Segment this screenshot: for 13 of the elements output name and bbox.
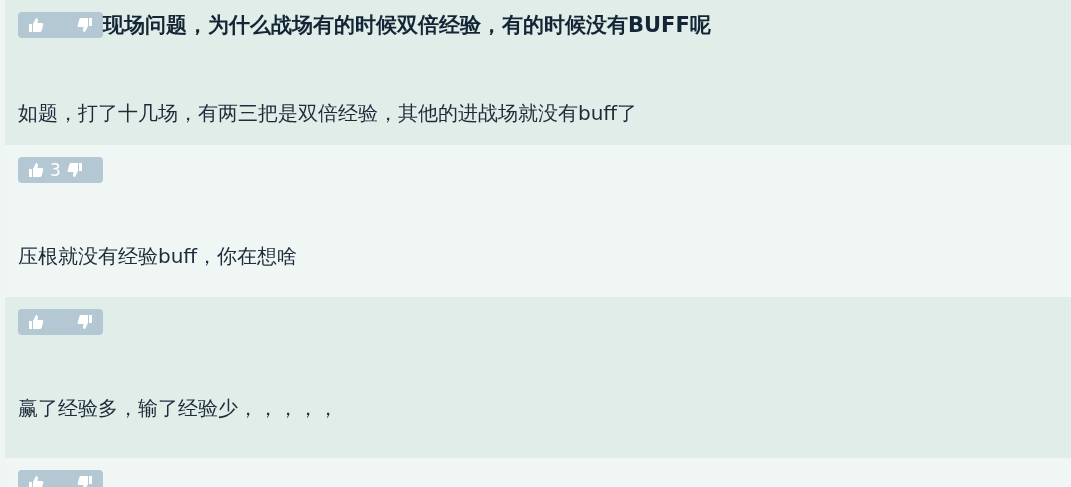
post-text: 如题，打了十几场，有两三把是双倍经验，其他的进战场就没有buff了 [18,100,639,126]
thumbs-down-icon[interactable] [66,162,83,178]
thumbs-up-icon[interactable] [28,162,44,178]
thumbs-up-icon[interactable] [28,475,44,487]
post-title: 现场问题，为什么战场有的时候双倍经验，有的时候没有BUFF呢 [103,12,711,38]
thumbs-down-icon[interactable] [77,475,93,487]
thumbs-up-icon[interactable] [28,314,44,330]
post-text: 压根就没有经验buff，你在想啥 [18,243,299,269]
thumbs-up-icon[interactable] [28,17,44,33]
vote-count: 3 [50,160,61,180]
thumbs-down-icon[interactable] [77,17,93,33]
post-text: 赢了经验多，输了经验少，，，，， [18,395,339,421]
thumbs-down-icon[interactable] [77,314,93,330]
